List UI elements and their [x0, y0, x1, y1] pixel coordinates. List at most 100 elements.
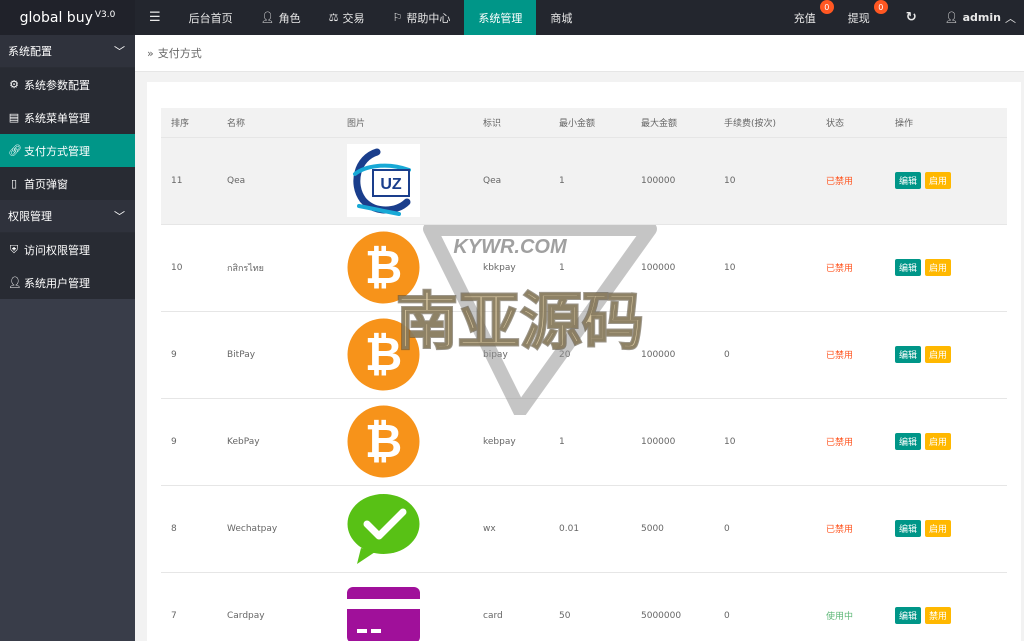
cell-code: kebpay — [473, 398, 549, 486]
cell-name: Wechatpay — [217, 485, 337, 573]
edit-button[interactable]: 编辑 — [895, 346, 922, 363]
toggle-button[interactable]: 启用 — [925, 172, 952, 189]
nav-home-label: 后台首页 — [188, 11, 233, 25]
recharge-button[interactable]: 充值 0 — [782, 0, 836, 35]
sidebar-group-label: 系统配置 — [8, 45, 52, 58]
cell-code: kbkpay — [473, 224, 549, 312]
sidebar-item-label: 首页弹窗 — [24, 177, 68, 191]
cell-max: 100000 — [631, 137, 714, 225]
cell-name: กสิกรไทย — [217, 224, 337, 312]
header-right: 充值 0 提现 0 ↻ 👤︎ admin ︿ — [782, 0, 1024, 35]
status-badge: 已禁用 — [816, 398, 885, 486]
wechat-check-icon — [347, 494, 420, 564]
toggle-button[interactable]: 禁用 — [925, 607, 952, 624]
bitcoin-icon: ₿ — [347, 231, 420, 304]
sidebar-group-permissions[interactable]: 权限管理 ﹀ — [0, 200, 135, 233]
cell-max: 100000 — [631, 398, 714, 486]
cell-min: 0.01 — [549, 485, 631, 573]
cell-name: Cardpay — [217, 572, 337, 641]
table-row: 10 กสิกรไทย ₿ kbkpay 1 100000 10 已禁用 编辑启 — [161, 224, 1007, 312]
cell-sort: 11 — [161, 137, 217, 225]
cell-max: 100000 — [631, 224, 714, 312]
sidebar-item-payment[interactable]: 🔗︎ 支付方式管理 — [0, 134, 135, 167]
svg-text:₿: ₿ — [365, 414, 403, 468]
svg-text:₿: ₿ — [365, 327, 403, 381]
window-icon: ▤ — [8, 111, 20, 124]
sidebar-item-label: 支付方式管理 — [24, 144, 90, 158]
cell-min: 1 — [549, 224, 631, 312]
sidebar-item-access[interactable]: ⛨ 访问权限管理 — [0, 233, 135, 266]
withdraw-button[interactable]: 提现 0 — [836, 0, 890, 35]
cell-image — [337, 485, 473, 573]
sidebar-item-users[interactable]: 👤︎ 系统用户管理 — [0, 266, 135, 299]
nav-home[interactable]: 后台首页 — [175, 0, 247, 35]
nav-help[interactable]: ⚐ 帮助中心 — [379, 0, 465, 35]
app-logo[interactable]: global buy V3.0 — [0, 0, 135, 35]
cell-sort: 10 — [161, 224, 217, 312]
cell-fee: 10 — [714, 398, 816, 486]
cell-image: UZ — [337, 137, 473, 225]
user-menu[interactable]: 👤︎ admin ︿ — [933, 0, 1024, 35]
svg-text:UZ: UZ — [380, 176, 402, 193]
chevron-down-icon: ﹀ — [114, 45, 125, 58]
cell-image: ₿ — [337, 311, 473, 399]
user-icon: 👤︎ — [8, 276, 22, 289]
svg-text:₿: ₿ — [365, 240, 403, 294]
cell-actions: 编辑 启用 — [885, 485, 1007, 573]
user-icon: 👤︎ — [944, 11, 959, 24]
cell-max: 5000000 — [631, 572, 714, 641]
edit-button[interactable]: 编辑 — [895, 607, 922, 624]
sidebar-item-menus[interactable]: ▤ 系统菜单管理 — [0, 101, 135, 134]
chevron-up-icon: ︿ — [1005, 11, 1016, 25]
col-code: 标识 — [473, 108, 549, 138]
edit-button[interactable]: 编辑 — [895, 259, 922, 276]
cell-actions: 编辑 启用 — [885, 224, 1007, 312]
cell-fee: 10 — [714, 224, 816, 312]
toggle-button[interactable]: 启用 — [925, 520, 952, 537]
nav-roles[interactable]: 👤︎ 角色 — [247, 0, 315, 35]
link-icon: 🔗︎ — [8, 144, 22, 157]
recharge-label: 充值 — [793, 11, 816, 25]
cell-name: Qea — [217, 137, 337, 225]
refresh-icon[interactable]: ↻ — [890, 0, 933, 35]
menu-toggle-icon[interactable]: ☰ — [135, 0, 175, 35]
cell-actions: 编辑 启用 — [885, 311, 1007, 399]
edit-button[interactable]: 编辑 — [895, 520, 922, 537]
sidebar-item-params[interactable]: ⚙ 系统参数配置 — [0, 68, 135, 101]
sidebar-item-label: 系统参数配置 — [24, 78, 90, 92]
table-row: 7 Cardpay card 50 5000000 0 使用中 编辑 禁用 — [161, 572, 1007, 641]
nav-system-label: 系统管理 — [478, 11, 523, 25]
cell-fee: 10 — [714, 137, 816, 225]
cell-name: KebPay — [217, 398, 337, 486]
toggle-button[interactable]: 启用 — [925, 259, 952, 276]
edit-button[interactable]: 编辑 — [895, 172, 922, 189]
cell-image: ₿ — [337, 398, 473, 486]
recharge-badge: 0 — [819, 0, 834, 14]
cell-max: 5000 — [631, 485, 714, 573]
col-fee: 手续费(按次) — [714, 108, 816, 138]
sidebar-item-popup[interactable]: ▯ 首页弹窗 — [0, 167, 135, 200]
nav-system[interactable]: 系统管理 — [464, 0, 537, 35]
status-badge: 已禁用 — [816, 311, 885, 399]
cell-min: 1 — [549, 398, 631, 486]
nav-trade[interactable]: ⚖ 交易 — [315, 0, 379, 35]
sidebar-group-config[interactable]: 系统配置 ﹀ — [0, 35, 135, 68]
col-max: 最大金额 — [631, 108, 714, 138]
uz-logo-icon: UZ — [347, 144, 420, 217]
bitcoin-icon: ₿ — [347, 318, 420, 391]
logo-version: V3.0 — [94, 9, 116, 20]
edit-button[interactable]: 编辑 — [895, 433, 922, 450]
cell-sort: 9 — [161, 311, 217, 399]
col-sort[interactable]: 排序 — [161, 108, 217, 138]
logo-text: global buy — [19, 9, 93, 26]
nav-roles-label: 角色 — [278, 11, 301, 25]
table-row: 9 BitPay ₿ bipay 20 100000 0 已禁用 编辑 启用 — [161, 311, 1007, 399]
toggle-button[interactable]: 启用 — [925, 433, 952, 450]
toggle-button[interactable]: 启用 — [925, 346, 952, 363]
cell-actions: 编辑 启用 — [885, 137, 1007, 225]
chevron-down-icon: ﹀ — [114, 210, 125, 223]
card-icon — [347, 587, 420, 641]
nav-mall[interactable]: 商城 — [536, 0, 586, 35]
scale-icon: ⚖ — [328, 11, 339, 24]
top-nav: ☰ 后台首页 👤︎ 角色 ⚖ 交易 ⚐ 帮助中心 系统管理 商城 — [135, 0, 586, 35]
